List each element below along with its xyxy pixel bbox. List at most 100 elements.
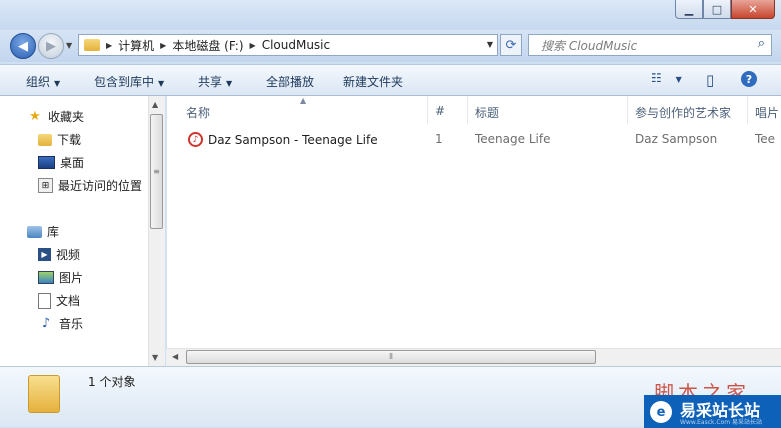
sidebar-item-desktop[interactable]: 桌面	[38, 154, 84, 171]
sidebar-item-label: 最近访问的位置	[58, 179, 143, 193]
close-button[interactable]: ✕	[731, 0, 775, 19]
share-button[interactable]: 共享 ▼	[198, 73, 232, 90]
chevron-down-icon: ▼	[226, 79, 233, 88]
preview-pane-button[interactable]: ▯	[706, 71, 714, 89]
library-icon	[27, 225, 42, 238]
include-in-library-label: 包含到库中	[94, 75, 155, 89]
folder-icon	[28, 375, 60, 413]
file-name: Daz Sampson - Teenage Life	[208, 132, 378, 147]
column-divider[interactable]	[747, 96, 748, 124]
recent-places-icon: ⊞	[38, 178, 53, 193]
column-header-title[interactable]: 标题	[475, 104, 499, 121]
watermark-logo: e 易采站长站 Www.Easck.Com 易采站长站	[644, 395, 781, 428]
address-dropdown-icon[interactable]: ▼	[487, 40, 493, 49]
window-controls: ▁ □ ✕	[675, 0, 775, 19]
forward-button[interactable]: ▶	[38, 33, 64, 59]
track-number-cell: 1	[435, 132, 443, 146]
column-header-track[interactable]: #	[435, 104, 445, 118]
sidebar-item-recent-places[interactable]: ⊞ 最近访问的位置	[38, 177, 142, 194]
video-icon: ▶	[38, 248, 51, 261]
sidebar-item-label: 文档	[56, 294, 81, 308]
chevron-right-icon: ▶	[106, 40, 113, 50]
sidebar-item-label: 图片	[59, 271, 84, 285]
search-icon[interactable]: ⌕	[758, 36, 765, 51]
breadcrumb-label: 计算机	[118, 38, 155, 53]
refresh-icon: ⟳	[505, 37, 517, 53]
scrollbar-thumb[interactable]: ≡	[150, 114, 163, 229]
column-divider[interactable]	[427, 96, 428, 124]
artist-cell: Daz Sampson	[635, 132, 718, 146]
sidebar-item-videos[interactable]: ▶ 视频	[38, 246, 80, 263]
sidebar-item-label: 下载	[57, 133, 82, 147]
scroll-down-icon[interactable]: ▼	[152, 353, 158, 362]
site-logo-icon: e	[650, 401, 672, 423]
breadcrumb-computer[interactable]: ▶ 计算机	[106, 37, 154, 54]
sidebar-item-documents[interactable]: 文档	[38, 292, 80, 309]
column-divider[interactable]	[627, 96, 628, 124]
share-label: 共享	[198, 75, 223, 89]
details-pane: 1 个对象 脚本之家 e 易采站长站 Www.Easck.Com 易采站长站	[0, 366, 781, 428]
title-bar: ▁ □ ✕	[0, 0, 781, 30]
file-list: ▲ 名称 # 标题 参与创作的艺术家 唱片 ♪ Daz Sampson - Tee…	[166, 96, 781, 366]
help-button[interactable]: ?	[741, 71, 757, 87]
refresh-button[interactable]: ⟳	[500, 34, 522, 56]
search-input[interactable]	[539, 36, 753, 56]
scroll-up-icon[interactable]: ▲	[152, 100, 158, 109]
view-options-button[interactable]: ☷ ▼	[651, 71, 682, 85]
sidebar-item-libraries[interactable]: 库	[27, 223, 59, 240]
column-header-name[interactable]: 名称	[186, 104, 210, 121]
recent-pages-dropdown[interactable]: ▼	[66, 41, 72, 50]
chevron-right-icon: ▶	[160, 40, 167, 50]
maximize-button[interactable]: □	[703, 0, 731, 19]
sidebar-item-music[interactable]: ♪ 音乐	[38, 315, 83, 332]
column-header-album[interactable]: 唱片	[755, 104, 779, 121]
chevron-right-icon: ▶	[249, 40, 256, 50]
scroll-left-icon[interactable]: ◀	[172, 352, 178, 361]
file-list-horizontal-scrollbar[interactable]: ◀ ⦀	[166, 348, 781, 366]
view-list-icon: ☷	[651, 71, 662, 85]
play-all-button[interactable]: 全部播放	[266, 73, 314, 90]
sort-ascending-icon: ▲	[300, 96, 307, 105]
netease-music-file-icon: ♪	[188, 132, 203, 147]
breadcrumb-label: CloudMusic	[261, 38, 331, 52]
help-icon: ?	[741, 71, 757, 87]
chevron-down-icon: ▼	[54, 79, 61, 88]
scrollbar-thumb[interactable]: ⦀	[186, 350, 596, 364]
navigation-pane-scrollbar[interactable]: ▲ ≡ ▼	[148, 96, 165, 366]
desktop-icon	[38, 156, 55, 169]
title-cell: Teenage Life	[475, 132, 551, 146]
column-divider[interactable]	[467, 96, 468, 124]
document-icon	[38, 292, 51, 309]
star-icon: ★	[29, 109, 41, 124]
sidebar-item-pictures[interactable]: 图片	[38, 269, 83, 286]
file-row[interactable]: ♪ Daz Sampson - Teenage Life 1 Teenage Li…	[167, 128, 781, 150]
sidebar-item-favorites[interactable]: ★ 收藏夹	[27, 108, 84, 125]
album-cell: Tee	[755, 132, 776, 146]
breadcrumb-label: 本地磁盘 (F:)	[172, 38, 244, 53]
sidebar-item-label: 视频	[56, 248, 81, 262]
picture-icon	[38, 271, 54, 284]
sidebar-item-label: 收藏夹	[48, 110, 85, 124]
new-folder-button[interactable]: 新建文件夹	[343, 73, 403, 90]
watermark-url: Www.Easck.Com 易采站长站	[680, 419, 762, 426]
include-in-library-button[interactable]: 包含到库中 ▼	[94, 73, 164, 90]
organize-button[interactable]: 组织 ▼	[26, 73, 60, 90]
minimize-button[interactable]: ▁	[675, 0, 703, 19]
navigation-bar: ◀ ▶ ▼ ▶ 计算机 ▶ 本地磁盘 (F:) ▶ CloudMusic ▼ ⟳ ⌕	[0, 30, 781, 62]
sidebar-item-downloads[interactable]: 下载	[38, 131, 81, 148]
column-header-artist[interactable]: 参与创作的艺术家	[635, 104, 731, 121]
folder-icon	[84, 39, 100, 51]
file-name-cell[interactable]: ♪ Daz Sampson - Teenage Life	[188, 132, 378, 147]
breadcrumb-drive[interactable]: ▶ 本地磁盘 (F:)	[160, 37, 243, 54]
item-count: 1 个对象	[88, 375, 136, 389]
music-note-icon: ♪	[41, 316, 51, 331]
organize-label: 组织	[26, 75, 51, 89]
breadcrumb-folder[interactable]: ▶ CloudMusic	[250, 38, 331, 52]
download-folder-icon	[38, 133, 52, 146]
address-bar[interactable]: ▶ 计算机 ▶ 本地磁盘 (F:) ▶ CloudMusic ▼	[78, 34, 498, 56]
command-bar: 组织 ▼ 包含到库中 ▼ 共享 ▼ 全部播放 新建文件夹 ☷ ▼ ▯ ?	[0, 64, 781, 96]
back-button[interactable]: ◀	[10, 33, 36, 59]
sidebar-item-label: 音乐	[59, 317, 84, 331]
preview-pane-icon: ▯	[706, 71, 715, 89]
search-box[interactable]: ⌕	[528, 34, 772, 56]
